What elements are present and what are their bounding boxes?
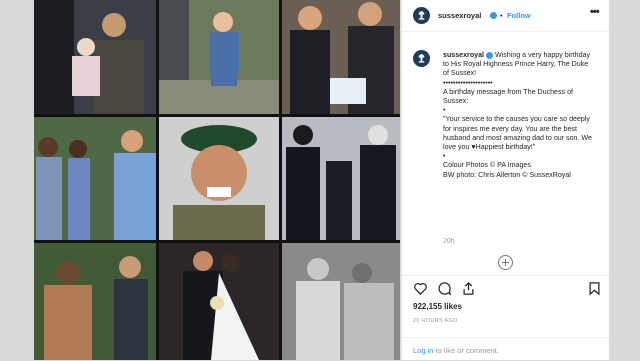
post-sidebar: sussexroyal • Follow ••• sussexroyal Wis… (401, 0, 609, 360)
avatar[interactable] (413, 7, 430, 24)
login-rest: to like or comment. (433, 346, 499, 355)
photo-brothers-in-suits (282, 0, 400, 114)
comment-icon[interactable] (437, 281, 452, 296)
photo-tile (282, 243, 400, 360)
login-text: Log in to like or comment. (413, 346, 499, 355)
more-options-icon[interactable]: ••• (590, 6, 600, 18)
photo-tile (34, 117, 156, 240)
crest-icon (418, 10, 425, 20)
photo-tile (159, 117, 279, 240)
caption-line: "Your service to the causes you care so … (443, 115, 592, 152)
photo-baby-with-mother (34, 0, 156, 114)
caption-avatar[interactable] (413, 50, 430, 67)
login-link[interactable]: Log in (413, 346, 433, 355)
post-image[interactable] (34, 0, 400, 360)
photo-young-boy-waving (159, 0, 279, 114)
separator-dot: • (500, 11, 503, 20)
photo-tile (34, 0, 156, 114)
caption-line: • (443, 106, 446, 115)
photo-tile (159, 243, 279, 360)
photo-tile (282, 0, 400, 114)
follow-button[interactable]: Follow (507, 11, 531, 20)
caption-line: • (443, 152, 446, 161)
caption-line: •••••••••••••••••••• (443, 78, 493, 87)
photo-prince-in-beret (159, 117, 279, 240)
photo-tile (34, 243, 156, 360)
bookmark-icon[interactable] (587, 281, 602, 296)
caption-author[interactable]: sussexroyal (443, 51, 484, 59)
photo-forest-visit (34, 243, 156, 360)
photo-family-bw (282, 243, 400, 360)
verified-icon (490, 12, 497, 19)
instagram-post-view: sussexroyal • Follow ••• sussexroyal Wis… (0, 0, 640, 360)
crest-icon (418, 53, 425, 63)
likes-count[interactable]: 922,155 likes (413, 302, 462, 311)
caption-time[interactable]: 20h (443, 238, 455, 245)
photo-tile (159, 0, 279, 114)
add-comment-icon[interactable] (498, 255, 513, 270)
photo-wedding-kiss (159, 243, 279, 360)
share-icon[interactable] (461, 281, 476, 296)
verified-icon (486, 51, 493, 59)
post-header: sussexroyal • Follow ••• (402, 0, 609, 32)
photo-prince-with-children (34, 117, 156, 240)
caption-line: A birthday message from The Duchess of S… (443, 87, 573, 106)
photo-ceremonial-uniforms (282, 117, 400, 240)
caption-line: Colour Photos © PA Images (443, 161, 531, 170)
username[interactable]: sussexroyal (438, 11, 481, 20)
login-prompt: Log in to like or comment. (402, 337, 609, 361)
photo-tile (282, 117, 400, 240)
post-timestamp[interactable]: 20 HOURS AGO (413, 318, 458, 324)
caption-line: BW photo: Chris Allerton © SussexRoyal (443, 170, 571, 179)
heart-icon[interactable] (413, 281, 428, 296)
caption: sussexroyal Wishing a very happy birthda… (443, 51, 593, 180)
